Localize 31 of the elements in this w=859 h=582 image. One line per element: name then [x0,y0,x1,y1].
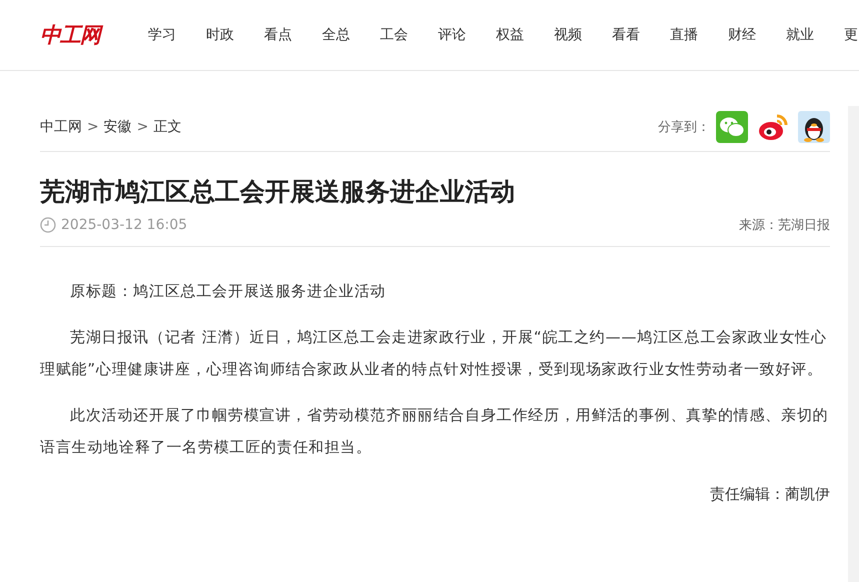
penguin-icon [798,110,830,142]
nav-link[interactable]: 评论 [438,26,496,44]
clock-icon [40,217,56,233]
breadcrumb-link[interactable]: 安徽 [104,118,132,136]
breadcrumb-link[interactable]: 中工网 [40,118,82,136]
site-logo[interactable]: 中工网 [40,21,148,49]
nav-link[interactable]: 全总 [322,26,380,44]
nav-link[interactable]: 财经 [728,26,786,44]
nav-link[interactable]: 看看 [612,26,670,44]
article-paragraph: 原标题：鸠江区总工会开展送服务进企业活动 [69,281,387,302]
nav-link[interactable]: 工会 [380,26,438,44]
share-button[interactable] [798,110,830,142]
breadcrumb-separator: > [87,118,99,134]
nav-link[interactable]: 时政 [206,26,264,44]
nav-link[interactable]: 视频 [554,26,612,44]
article-source: 来源：芜湖日报 [739,217,830,234]
nav-link[interactable]: 更 [844,26,859,44]
nav-link[interactable]: 权益 [496,26,554,44]
article-paragraph: 芜湖日报讯（记者 汪潸）近日，鸠江区总工会走进家政行业，开展“皖工之约——鸠江区总工会家政业女性心理赋能”心理健康讲座，心理咨询师结合家政从业者的特点针对性授课，受到现场家政行业女性劳动者一致好评。 [40,327,828,380]
article-paragraph: 此次活动还开展了巾帼劳模宣讲，省劳动模范齐丽丽结合自身工作经历，用鲜活的事例、真挚的情感、亲切的语言生动地诠释了一名劳模工匠的责任和担当。 [40,405,830,458]
chat-bubbles-icon [716,110,748,142]
editor-credit: 责任编辑：蔺凯伊 [709,485,830,504]
share-label: 分享到： [658,118,710,136]
nav-link[interactable]: 看点 [264,26,322,44]
breadcrumb-current: 正文 [153,118,182,136]
nav-link[interactable]: 直播 [670,26,728,44]
article-title: 芜湖市鸠江区总工会开展送服务进企业活动 [40,176,516,208]
breadcrumb-separator: > [136,118,148,134]
publish-time: 2025-03-12 16:05 [61,217,188,233]
nav-link[interactable]: 就业 [786,26,844,44]
nav-link[interactable]: 学习 [148,26,206,44]
